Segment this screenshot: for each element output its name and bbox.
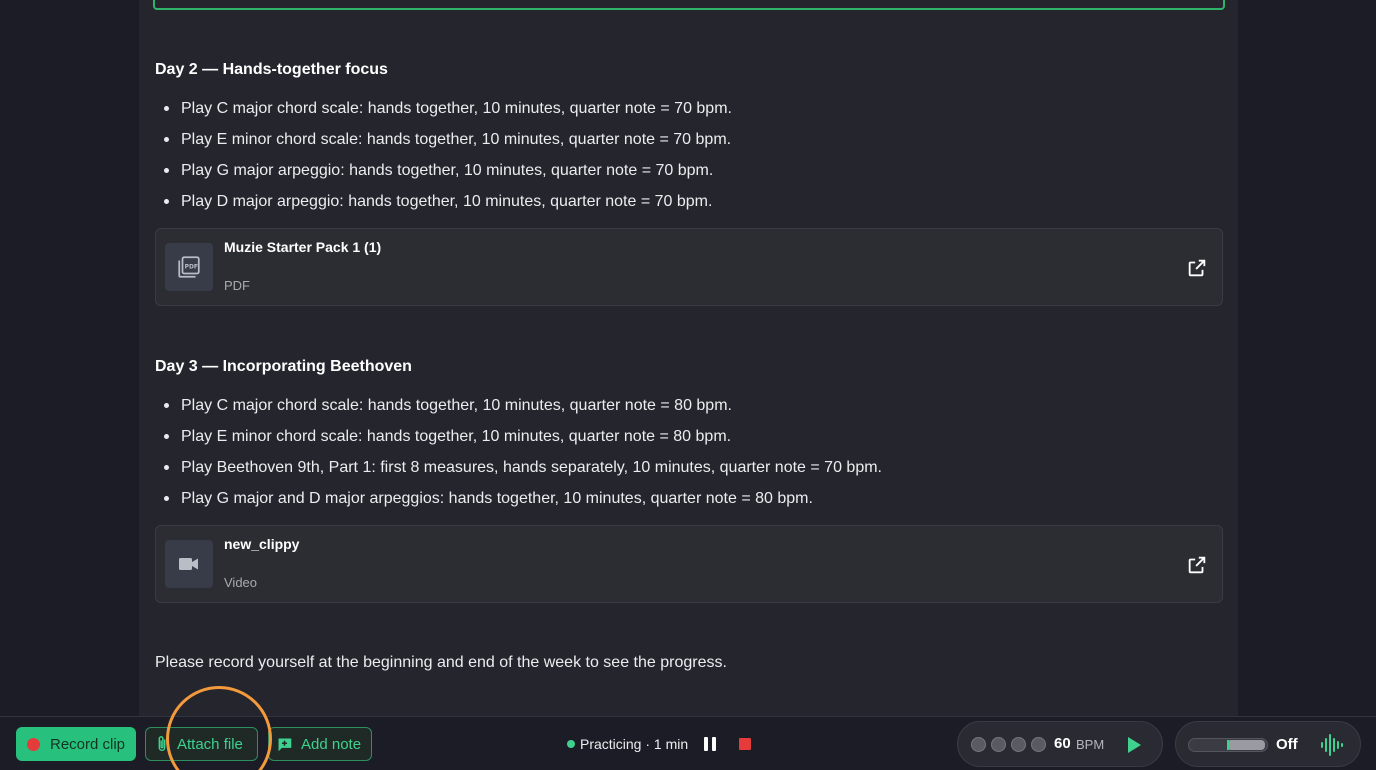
record-clip-label: Record clip [50, 735, 126, 753]
attachment-card-video[interactable]: new_clippy Video [155, 525, 1223, 603]
stop-icon[interactable] [739, 738, 751, 750]
attachment-card-pdf[interactable]: PDF Muzie Starter Pack 1 (1) PDF [155, 228, 1223, 306]
record-clip-button[interactable]: Record clip [16, 727, 136, 761]
previous-attachment-frame [153, 0, 1225, 10]
bpm-value[interactable]: 60 [1054, 735, 1071, 752]
audio-toggle-control: Off [1175, 721, 1361, 767]
pause-icon[interactable] [704, 737, 716, 751]
toggle-state-label: Off [1276, 736, 1298, 753]
add-comment-icon [277, 738, 292, 751]
attach-file-label: Attach file [177, 735, 243, 753]
list-item: Play E minor chord scale: hands together… [162, 421, 882, 452]
svg-text:PDF: PDF [185, 264, 198, 271]
list-item: Play G major arpeggio: hands together, 1… [162, 155, 732, 186]
beat-indicator [1011, 737, 1026, 752]
paperclip-icon [158, 736, 166, 751]
bpm-unit: BPM [1076, 737, 1105, 752]
add-note-label: Add note [301, 735, 362, 753]
record-dot-icon [27, 737, 40, 751]
metronome-control: 60 BPM [957, 721, 1163, 767]
instruction-note: Please record yourself at the beginning … [155, 654, 727, 671]
attach-file-button[interactable]: Attach file [145, 727, 258, 761]
toggle-slider[interactable] [1188, 738, 1268, 752]
practice-status-label: Practicing · 1 min [580, 736, 689, 752]
beat-indicator [971, 737, 986, 752]
add-note-button[interactable]: Add note [268, 727, 372, 761]
day-2-task-list: Play C major chord scale: hands together… [162, 93, 732, 217]
attachment-type: Video [224, 575, 258, 590]
list-item: Play Beethoven 9th, Part 1: first 8 meas… [162, 452, 882, 483]
day-3-task-list: Play C major chord scale: hands together… [162, 390, 882, 514]
pdf-icon: PDF [165, 243, 213, 291]
list-item: Play G major and D major arpeggios: hand… [162, 483, 882, 514]
list-item: Play C major chord scale: hands together… [162, 93, 732, 124]
bottom-toolbar: Record clip Attach file Add note Practic… [0, 716, 1376, 770]
play-icon[interactable] [1126, 736, 1142, 754]
attachment-title: new_clippy [224, 536, 300, 552]
video-camera-icon [165, 540, 213, 588]
attachment-type: PDF [224, 278, 250, 293]
beat-indicator [1031, 737, 1046, 752]
sound-wave-icon[interactable] [1319, 733, 1343, 757]
open-external-icon[interactable] [1186, 257, 1208, 279]
attachment-title: Muzie Starter Pack 1 (1) [224, 239, 382, 255]
practice-status: Practicing · 1 min [567, 736, 688, 752]
day-3-heading: Day 3 — Incorporating Beethoven [155, 358, 412, 375]
open-external-icon[interactable] [1186, 554, 1208, 576]
list-item: Play C major chord scale: hands together… [162, 390, 882, 421]
day-2-heading: Day 2 — Hands-together focus [155, 61, 388, 78]
list-item: Play E minor chord scale: hands together… [162, 124, 732, 155]
status-dot-icon [567, 740, 575, 748]
list-item: Play D major arpeggio: hands together, 1… [162, 186, 732, 217]
beat-indicator [991, 737, 1006, 752]
